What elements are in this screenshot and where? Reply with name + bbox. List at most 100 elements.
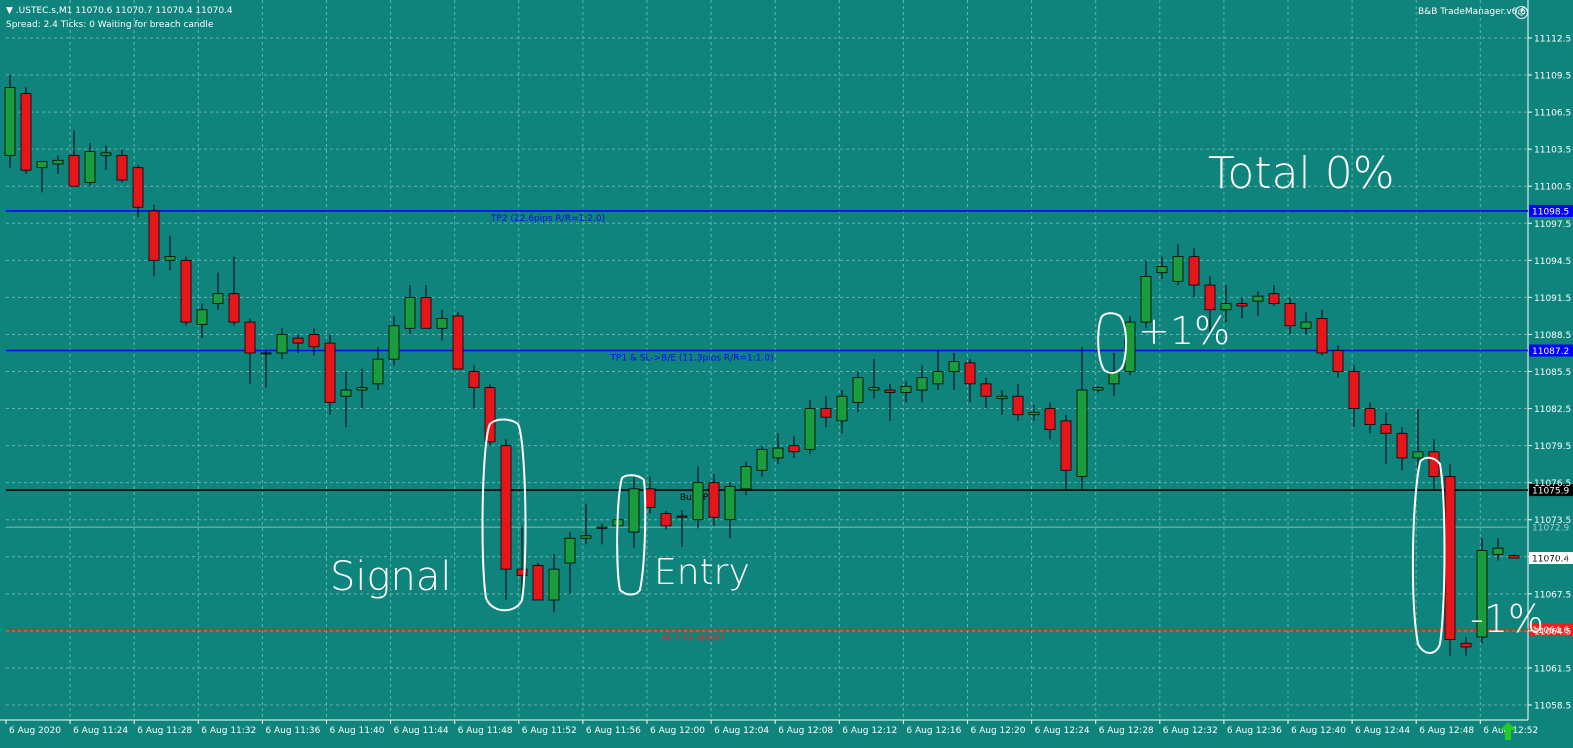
candle-bull [804, 408, 816, 450]
x-tick-label: 6 Aug 12:32 [1163, 726, 1218, 736]
candle-bear [980, 383, 992, 397]
candle-bear [500, 445, 512, 570]
candle-bear [324, 342, 336, 403]
candle-bear [244, 321, 256, 354]
y-tick-label: 11094.5 [1534, 257, 1571, 267]
candle-bull [196, 309, 208, 325]
candle-bull [996, 395, 1008, 400]
entry-annotation: Entry [654, 552, 750, 593]
candle-bear [420, 296, 432, 329]
y-tick-label: 11085.5 [1534, 368, 1571, 378]
y-tick-label: 11061.5 [1534, 664, 1571, 674]
candle-bull [868, 387, 880, 391]
candle-bull [932, 371, 944, 385]
candle-bear [1332, 350, 1344, 372]
candle-bear [1044, 408, 1056, 430]
candle-bull [836, 395, 848, 422]
candle-bull [596, 526, 608, 529]
status-line: Spread: 2.4 Ticks: 0 Waiting for breach … [6, 20, 214, 30]
candle-bear [1380, 424, 1392, 434]
candle-bear [1316, 317, 1328, 354]
candle-bear [1284, 303, 1296, 327]
candle-bull [724, 485, 736, 521]
x-tick-label: 6 Aug 12:40 [1291, 726, 1346, 736]
candle-bull [260, 352, 272, 355]
candle-bear [1204, 284, 1216, 311]
x-tick-label: 6 Aug 12:16 [906, 726, 961, 736]
candle-bull [372, 358, 384, 385]
candle-bear [452, 315, 464, 370]
candle-bear [532, 565, 544, 601]
candle-bull [916, 377, 928, 391]
candle-bear [964, 362, 976, 385]
y-tick-label: 11076.5 [1534, 479, 1571, 489]
candle-bear [708, 482, 720, 518]
y-tick-label: 11100.5 [1534, 183, 1571, 193]
candle-bull [84, 151, 96, 183]
candle-bull [1156, 266, 1168, 274]
candle-bull [1028, 411, 1040, 416]
candle-bull [356, 387, 368, 391]
y-tick-label: 11082.5 [1534, 405, 1571, 415]
candle-bull [276, 334, 288, 354]
candle-bull [36, 161, 48, 169]
candle-bull [1076, 389, 1088, 477]
candle-bear [1012, 395, 1024, 416]
x-tick-label: 6 Aug 11:40 [330, 726, 385, 736]
candle-bear [468, 371, 480, 388]
y-tick-label: 11103.5 [1534, 146, 1571, 156]
candle-bull [1492, 547, 1504, 555]
minus-annotation: -1% [1470, 597, 1544, 641]
candle-bull [852, 377, 864, 403]
x-tick-label: 6 Aug 2020 [9, 726, 61, 736]
y-tick-label: 11091.5 [1534, 294, 1571, 304]
x-tick-label: 6 Aug 12:24 [1035, 726, 1090, 736]
x-tick-label: 6 Aug 12:12 [842, 726, 897, 736]
candle-bear [788, 445, 800, 453]
candle-bull [212, 293, 224, 304]
menu-triangle-icon[interactable]: ▼ [6, 6, 13, 16]
candle-bear [1268, 293, 1280, 304]
candle-bull [388, 325, 400, 360]
candle-bear [148, 210, 160, 261]
x-tick-label: 6 Aug 11:32 [201, 726, 256, 736]
candle-bear [820, 408, 832, 418]
x-tick-label: 6 Aug 11:52 [522, 726, 577, 736]
candle-bear [1348, 371, 1360, 409]
y-tick-label: 11073.5 [1534, 516, 1571, 526]
candle-bull [548, 568, 560, 601]
x-tick-label: 6 Aug 12:48 [1419, 726, 1474, 736]
candle-bull [1172, 256, 1184, 282]
smiley-icon[interactable]: ☺ [1515, 6, 1528, 19]
candle-bear [1396, 432, 1408, 459]
x-tick-label: 6 Aug 12:08 [778, 726, 833, 736]
candle-bull [948, 361, 960, 372]
candle-bear [132, 167, 144, 208]
signal-annotation: Signal [330, 554, 451, 600]
chart-symbol-info: ▼ .USTEC.s,M1 11070.6 11070.7 11070.4 11… [6, 6, 233, 16]
brand-label: B&B TradeManager.v6.6 [1418, 7, 1526, 17]
x-tick-label: 6 Aug 11:44 [394, 726, 449, 736]
x-tick-label: 6 Aug 11:56 [586, 726, 641, 736]
y-tick-label: 11097.5 [1534, 220, 1571, 230]
total-annotation: Total 0% [1208, 148, 1395, 199]
price-chart[interactable]: TP2 (22.6pips R/R=1:2.0) 11098.5 TP1 & SL-… [0, 0, 1573, 748]
candle-bull [564, 537, 576, 564]
candle-bear [68, 154, 80, 187]
candle-bull [436, 317, 448, 329]
candle-bear [1188, 256, 1200, 286]
candle-bear [180, 259, 192, 323]
y-tick-label: 11070.5 [1534, 553, 1571, 563]
y-tick-label: 11106.5 [1534, 109, 1571, 119]
candle-bull [1092, 387, 1104, 391]
candle-bear [1364, 408, 1376, 426]
y-tick-label: 11112.5 [1534, 35, 1571, 45]
candle-bull [164, 256, 176, 261]
candle-bull [1252, 295, 1264, 302]
y-tick-label: 11058.5 [1534, 702, 1571, 712]
candle-bull [52, 159, 64, 165]
candle-bull [692, 482, 704, 521]
y-tick-label: 11088.5 [1534, 331, 1571, 341]
candle-bull [1300, 321, 1312, 329]
price-tag-label: 11098.5 [1532, 207, 1569, 217]
